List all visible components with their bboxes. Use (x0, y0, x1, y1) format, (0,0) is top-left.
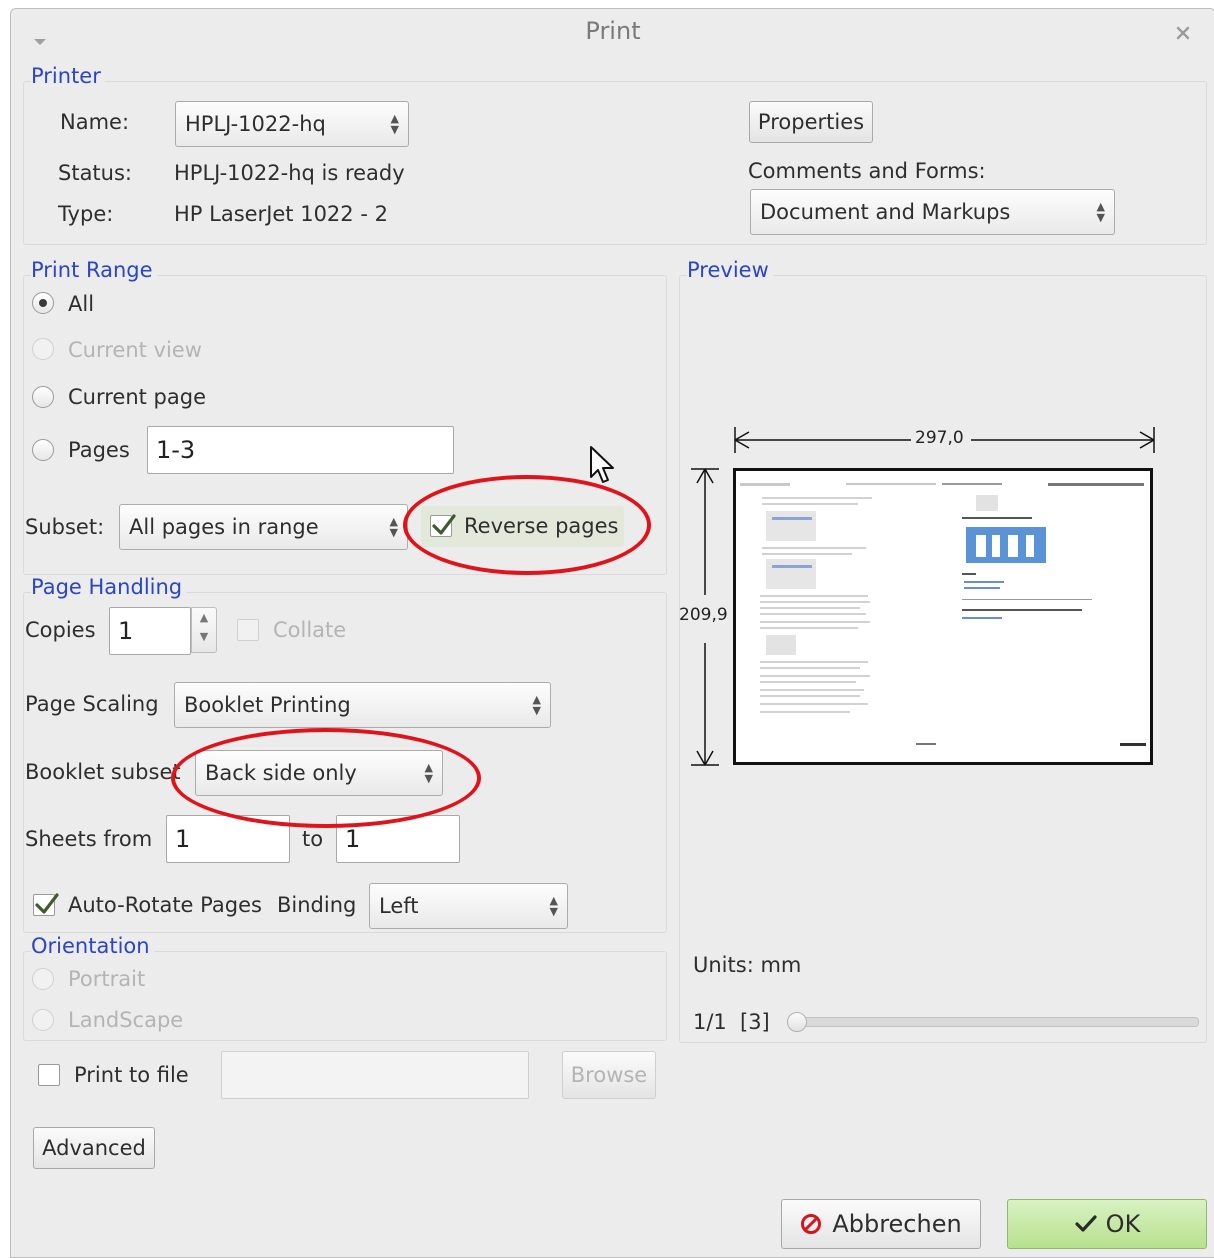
print-dialog: Print Printer Name: HPLJ-1022-hq ▲ ▼ Stat… (10, 8, 1214, 1258)
all-label: All (68, 292, 95, 316)
window-title: Print (585, 17, 641, 45)
subset-select[interactable]: All pages in range ▲ ▼ (119, 504, 408, 550)
page-scaling-value: Booklet Printing (184, 693, 351, 717)
ok-label: OK (1105, 1210, 1141, 1238)
preview-width-label: 297,0 (915, 428, 964, 448)
file-path-input[interactable] (221, 1051, 529, 1099)
cancel-label: Abbrechen (832, 1210, 962, 1238)
status-label: Status: (58, 161, 132, 185)
current-view-radio[interactable] (32, 338, 54, 360)
portrait-radio[interactable] (32, 968, 54, 990)
spin-arrows-icon: ▲ ▼ (532, 693, 541, 717)
landscape-radio[interactable] (32, 1009, 54, 1031)
preview-page-slider[interactable] (793, 1017, 1199, 1027)
copies-label: Copies (25, 618, 96, 642)
ok-button[interactable]: OK (1007, 1199, 1207, 1249)
collate-label: Collate (273, 618, 347, 642)
page-scaling-select[interactable]: Booklet Printing ▲ ▼ (174, 682, 551, 728)
page-indicator: 1/1 (693, 1010, 727, 1034)
portrait-label: Portrait (68, 967, 146, 991)
mouse-pointer-icon (590, 446, 614, 483)
orientation-section-title: Orientation (31, 934, 154, 958)
advanced-button[interactable]: Advanced (33, 1127, 155, 1169)
browse-button[interactable]: Browse (562, 1051, 656, 1099)
binding-value: Left (379, 894, 419, 918)
print-to-file-checkbox[interactable] (38, 1064, 60, 1086)
pages-input[interactable]: 1-3 (147, 426, 454, 474)
units-label: Units: mm (693, 953, 802, 977)
printer-name-select[interactable]: HPLJ-1022-hq ▲ ▼ (175, 101, 409, 147)
checkmark-icon (35, 893, 59, 914)
all-radio[interactable] (32, 292, 54, 314)
pages-radio[interactable] (32, 439, 54, 461)
annotation-ellipse-booklet-subset (171, 728, 481, 828)
comments-forms-label: Comments and Forms: (748, 159, 986, 183)
printer-section-title: Printer (31, 64, 105, 88)
annotation-ellipse-reverse-pages (403, 475, 651, 575)
comments-forms-value: Document and Markups (760, 200, 1011, 224)
page-scaling-label: Page Scaling (25, 692, 159, 716)
spin-arrows-icon: ▲ ▼ (389, 515, 398, 539)
landscape-label: LandScape (68, 1008, 184, 1032)
name-label: Name: (60, 110, 130, 134)
pages-label: Pages (68, 438, 130, 462)
preview-height-label: 209,9 (679, 605, 728, 625)
status-value: HPLJ-1022-hq is ready (174, 161, 405, 185)
copies-spinner[interactable]: ▲ ▼ (191, 607, 217, 653)
checkmark-icon (1075, 1215, 1097, 1232)
current-view-label: Current view (68, 338, 202, 362)
cancel-icon (801, 1214, 822, 1234)
print-range-section-title: Print Range (31, 258, 157, 282)
page-count: [3] (740, 1010, 770, 1034)
binding-select[interactable]: Left ▲ ▼ (369, 883, 568, 929)
preview-section-title: Preview (687, 258, 773, 282)
spin-arrows-icon: ▲ ▼ (549, 894, 558, 918)
subset-label: Subset: (25, 515, 105, 539)
auto-rotate-label: Auto-Rotate Pages (68, 893, 262, 917)
printer-name-value: HPLJ-1022-hq (185, 112, 326, 136)
page-preview (733, 468, 1153, 765)
print-to-file-label: Print to file (74, 1063, 189, 1087)
binding-label: Binding (277, 893, 357, 917)
page-handling-section-title: Page Handling (31, 575, 187, 599)
type-value: HP LaserJet 1022 - 2 (174, 202, 388, 226)
cancel-button[interactable]: Abbrechen (781, 1199, 981, 1249)
slider-handle[interactable] (787, 1012, 807, 1032)
booklet-subset-label: Booklet subset (25, 760, 181, 784)
auto-rotate-checkbox[interactable] (33, 893, 59, 916)
collate-checkbox[interactable] (237, 619, 259, 641)
comments-forms-select[interactable]: Document and Markups ▲ ▼ (750, 189, 1115, 235)
type-label: Type: (58, 202, 114, 226)
sheets-from-label: Sheets from (25, 827, 153, 851)
properties-button[interactable]: Properties (749, 101, 873, 143)
close-icon (1176, 26, 1190, 40)
current-page-label: Current page (68, 385, 206, 409)
page-thumbnail-content (740, 483, 1146, 746)
subset-value: All pages in range (129, 515, 319, 539)
copies-input[interactable]: 1 (109, 607, 191, 655)
spin-arrows-icon: ▲ ▼ (390, 112, 399, 136)
current-page-radio[interactable] (32, 386, 54, 408)
sheets-to-label: to (302, 827, 324, 851)
close-button[interactable] (1175, 25, 1195, 45)
spin-arrows-icon: ▲ ▼ (1096, 200, 1105, 224)
